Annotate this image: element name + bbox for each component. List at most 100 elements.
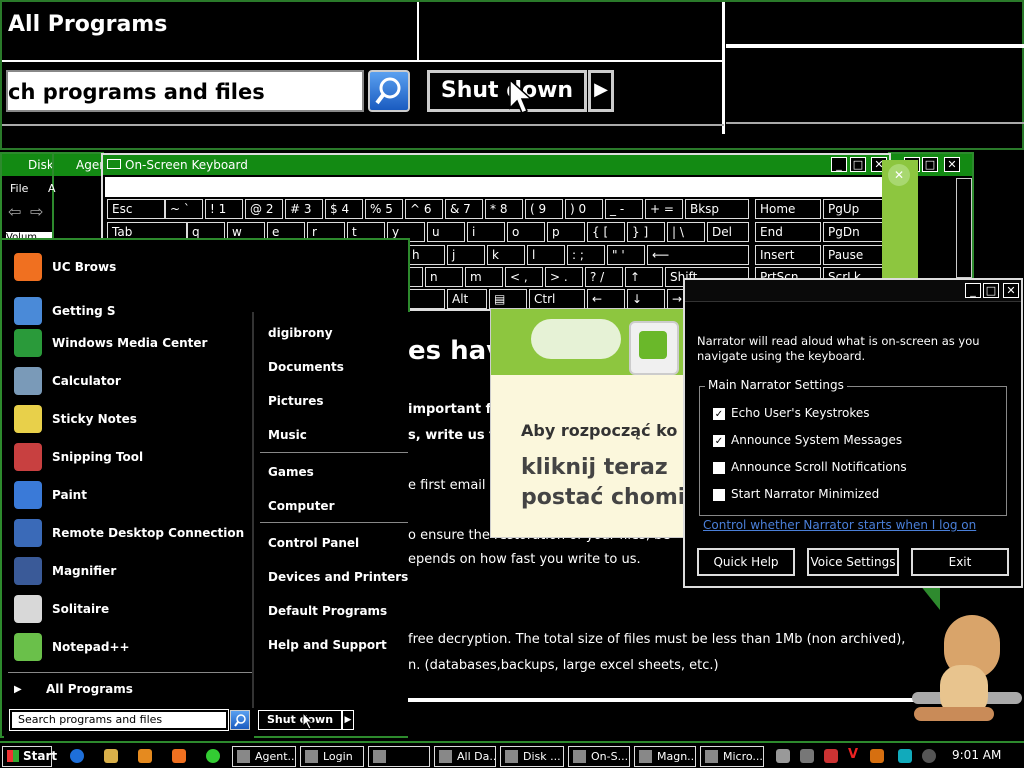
program-item[interactable]: Paint [12, 478, 252, 512]
media-player-icon[interactable] [138, 749, 152, 763]
start-button[interactable]: Start [2, 746, 57, 767]
program-item[interactable]: Snipping Tool [12, 440, 252, 474]
program-item[interactable]: Notepad++ [12, 630, 252, 664]
key[interactable]: ! 1 [205, 199, 243, 219]
key[interactable]: * 8 [485, 199, 523, 219]
uc-browser-icon[interactable] [172, 749, 186, 763]
tray-icon[interactable] [898, 749, 912, 763]
key[interactable]: ? / [585, 267, 623, 287]
scrollbar[interactable] [956, 178, 972, 278]
internet-explorer-icon[interactable] [70, 749, 84, 763]
narrator-option[interactable]: Start Narrator Minimized [713, 487, 879, 501]
start-menu-place[interactable]: digibrony [268, 326, 333, 340]
start-menu-place[interactable]: Computer [268, 499, 334, 513]
agent-window-title[interactable]: Agen [54, 154, 102, 176]
start-menu[interactable]: UC Brows Getting S Windows Media Center Cal… [0, 238, 410, 738]
key[interactable]: < , [505, 267, 543, 287]
minimize-icon[interactable]: _ [965, 283, 981, 298]
key[interactable]: ( 9 [525, 199, 563, 219]
clock[interactable]: 9:01 AM [952, 748, 1001, 762]
narrator-window[interactable]: _ □ ✕ Narrator will read aloud what is o… [683, 278, 1023, 588]
exit-button[interactable]: Exit [911, 548, 1009, 576]
key[interactable]: ↓ [627, 289, 665, 309]
key[interactable]: + = [645, 199, 683, 219]
all-programs[interactable]: All Programs [46, 682, 133, 696]
ad-popup[interactable]: Aby rozpocząć ko kliknij teraz postać ch… [490, 308, 691, 538]
key[interactable]: | \ [667, 222, 705, 242]
taskbar-item[interactable]: Micro... [700, 746, 764, 767]
shutdown-button[interactable]: Shut down [258, 710, 342, 730]
narrator-option[interactable]: ✓ Echo User's Keystrokes [713, 406, 870, 420]
key[interactable]: Alt [447, 289, 487, 309]
key[interactable]: { [ [587, 222, 625, 242]
start-menu-place[interactable]: Games [268, 465, 314, 479]
checkbox-checked[interactable]: ✓ [713, 434, 725, 447]
start-menu-place[interactable]: Pictures [268, 394, 324, 408]
key[interactable]: ← [587, 289, 625, 309]
taskbar-item[interactable]: Disk ... [500, 746, 564, 767]
key[interactable]: Home [755, 199, 821, 219]
key[interactable]: ^ 6 [405, 199, 443, 219]
narrator-titlebar[interactable]: _ □ ✕ [685, 280, 1021, 302]
taskbar-item[interactable]: All Da... [434, 746, 496, 767]
start-menu-place[interactable]: Music [268, 428, 307, 442]
narrator-option[interactable]: ✓ Announce System Messages [713, 433, 902, 447]
narrator-startup-link[interactable]: Control whether Narrator starts when I l… [703, 518, 976, 532]
start-menu-place[interactable]: Control Panel [268, 536, 359, 550]
agent-window[interactable]: Agen A [48, 152, 104, 242]
tray-icon[interactable] [800, 749, 814, 763]
maximize-icon[interactable]: □ [983, 283, 999, 298]
key[interactable]: l [527, 245, 565, 265]
key[interactable]: u [427, 222, 465, 242]
a-menu[interactable]: A [48, 182, 56, 195]
ad-text[interactable]: kliknij teraz [521, 455, 668, 480]
start-menu-place[interactable]: Help and Support [268, 638, 387, 652]
key[interactable]: " ' [607, 245, 645, 265]
hamster-character[interactable] [910, 615, 1010, 738]
key[interactable]: i [467, 222, 505, 242]
back-arrow-icon[interactable]: ⇦ [8, 202, 21, 221]
program-item[interactable]: Windows Media Center [12, 326, 252, 360]
disk-window-title[interactable]: Disk [2, 154, 53, 176]
key[interactable]: Insert [755, 245, 821, 265]
taskbar-item[interactable]: Agent... [232, 746, 296, 767]
search-input[interactable]: Search programs and files [9, 709, 229, 731]
search-icon[interactable] [230, 710, 250, 730]
start-menu-place[interactable]: Documents [268, 360, 344, 374]
program-item[interactable]: Remote Desktop Connection [12, 516, 252, 550]
key[interactable]: @ 2 [245, 199, 283, 219]
key[interactable]: > . [545, 267, 583, 287]
file-menu[interactable]: File [10, 182, 28, 195]
checkbox-unchecked[interactable] [713, 461, 725, 474]
tray-icon[interactable]: V [848, 747, 858, 762]
key[interactable]: _ - [605, 199, 643, 219]
close-icon[interactable]: ✕ [944, 157, 960, 172]
explorer-icon[interactable] [104, 749, 118, 763]
program-item[interactable]: Getting S [12, 294, 252, 328]
key[interactable]: j [447, 245, 485, 265]
key[interactable]: o [507, 222, 545, 242]
key[interactable]: ▤ [489, 289, 527, 309]
key[interactable]: ~ ` [165, 199, 203, 219]
program-item[interactable]: Calculator [12, 364, 252, 398]
key[interactable]: $ 4 [325, 199, 363, 219]
tray-icon[interactable] [824, 749, 838, 763]
quick-help-button[interactable]: Quick Help [697, 548, 795, 576]
taskbar-item[interactable]: On-S... [568, 746, 630, 767]
key[interactable]: : ; [567, 245, 605, 265]
checkbox-checked[interactable]: ✓ [713, 407, 725, 420]
tray-icon[interactable] [776, 749, 790, 763]
tray-icon[interactable] [922, 749, 936, 763]
key[interactable]: h [407, 245, 445, 265]
taskbar-item[interactable]: Magn... [634, 746, 696, 767]
key[interactable]: ) 0 [565, 199, 603, 219]
start-menu-place[interactable]: Devices and Printers [268, 570, 408, 584]
narrator-option[interactable]: Announce Scroll Notifications [713, 460, 907, 474]
program-item[interactable]: Sticky Notes [12, 402, 252, 436]
close-icon[interactable]: ✕ [1003, 283, 1019, 298]
key[interactable]: Del [707, 222, 749, 242]
tray-icon[interactable] [870, 749, 884, 763]
shutdown-options-arrow-icon[interactable]: ▶ [342, 710, 354, 730]
chrome-icon[interactable] [206, 749, 220, 763]
maximize-icon[interactable]: □ [922, 157, 938, 172]
